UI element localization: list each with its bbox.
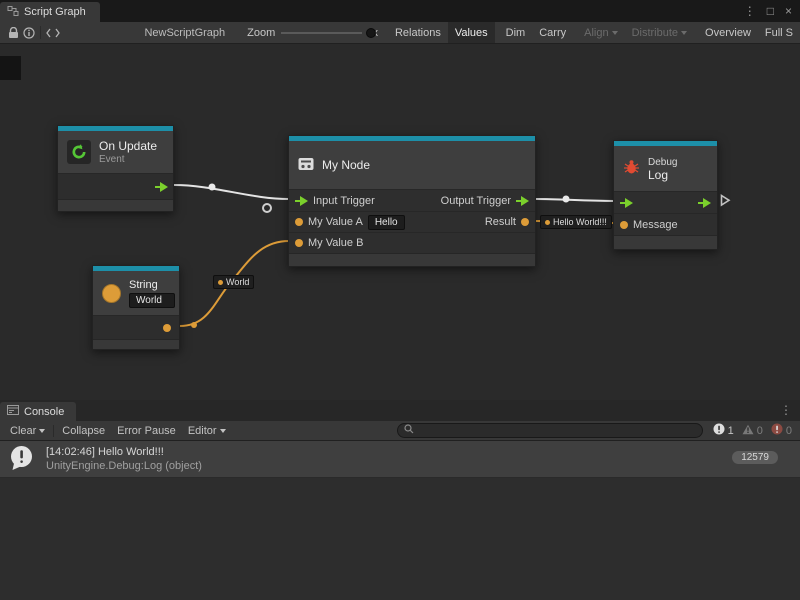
chevron-down-icon [612,31,618,35]
console-panel: Console ⋮ Clear Collapse Error Pause Edi… [0,400,800,600]
log-stack-trace: UnityEngine.Debug:Log (object) [46,460,202,472]
search-icon [404,424,414,437]
node-subtitle: Debug [648,157,677,168]
port-value-a[interactable] [295,218,303,226]
close-icon[interactable]: × [785,4,792,18]
tab-script-graph[interactable]: Script Graph [0,2,100,22]
unconnected-value-port-icon[interactable] [262,203,272,213]
info-bubble-icon [713,423,725,438]
flow-dot [563,196,570,203]
value-dot-icon [545,220,550,225]
values-button[interactable]: Values [448,22,495,44]
dim-button[interactable]: Dim [499,22,533,44]
node-title: Log [648,168,677,182]
node-my-node[interactable]: My Node Input Trigger Output Trigger My … [288,135,536,267]
wire-output-trigger-to-debug[interactable] [536,199,614,201]
port-message[interactable] [620,221,628,229]
log-collapse-count-badge: 12579 [732,451,778,464]
zoom-slider-knob[interactable] [366,28,376,38]
overview-button[interactable]: Overview [698,22,758,44]
node-title: On Update [99,139,157,153]
log-message: [14:02:46] Hello World!!! [46,446,202,458]
wire-value-badge-hello-world: Hello World!!! [540,215,612,229]
node-string[interactable]: String World [92,265,180,350]
console-tab-bar: Console ⋮ [0,400,800,421]
string-value-field[interactable]: World [129,293,175,308]
bug-icon [623,159,640,178]
graph-name-label: NewScriptGraph [144,27,225,39]
console-toolbar: Clear Collapse Error Pause Editor 1 0 [0,421,800,441]
relations-button[interactable]: Relations [388,22,448,44]
port-debug-trigger-out[interactable] [698,198,711,208]
warning-triangle-icon [742,424,754,438]
unit-icon [298,157,314,174]
value-b-row: My Value B [289,232,535,253]
editor-button[interactable]: Editor [182,421,232,441]
port-value-b[interactable] [295,239,303,247]
info-count-toggle[interactable]: 1 [709,423,738,438]
on-update-event-icon [67,140,91,164]
port-output-trigger[interactable] [516,196,529,206]
flow-dot [209,184,216,191]
script-graph-icon [7,5,19,20]
distribute-button[interactable]: Distribute [625,22,694,44]
error-count-toggle[interactable]: 0 [767,423,796,438]
chevron-down-icon [681,31,687,35]
trigger-row: Input Trigger Output Trigger [289,189,535,211]
port-string-out[interactable] [163,324,171,332]
zoom-label: Zoom [247,27,275,39]
collapse-button[interactable]: Collapse [56,421,111,441]
node-debug-log[interactable]: Debug Log Message [613,140,718,250]
console-search-input[interactable] [397,423,703,438]
chevron-down-icon [39,429,45,433]
console-empty-area [0,478,800,600]
clear-button[interactable]: Clear [4,421,51,441]
info-icon[interactable] [21,22,36,44]
flow-dot [191,322,197,328]
unity-script-graph-window: Script Graph ⋮ □ × NewScriptGraph Zoom 1… [0,0,800,600]
lock-icon[interactable] [6,22,21,44]
node-title: My Node [322,158,370,172]
node-subtitle: Event [99,154,157,165]
trigger-row [614,191,717,213]
chevron-down-icon [220,429,226,433]
window-tab-bar: Script Graph ⋮ □ × [0,0,800,22]
tab-label: Script Graph [24,6,86,18]
tab-console[interactable]: Console [0,402,76,421]
port-result[interactable] [521,218,529,226]
wire-onupdate-to-input-trigger[interactable] [174,185,289,199]
console-icon [7,405,19,418]
window-controls: ⋮ □ × [744,0,800,22]
node-title: String [129,279,175,291]
console-menu-icon[interactable]: ⋮ [780,403,792,417]
log-info-bubble-icon [8,445,35,474]
value-dot-icon [218,280,223,285]
error-octagon-icon [771,423,783,438]
warning-count-toggle[interactable]: 0 [738,424,767,438]
node-on-update[interactable]: On Update Event [57,125,174,212]
zoom-slider[interactable] [281,22,362,44]
unconnected-trigger-port-icon[interactable] [720,194,731,210]
maximize-icon[interactable]: □ [767,4,774,18]
graph-toolbar: NewScriptGraph Zoom 1x Relations Values … [0,22,800,44]
port-debug-trigger-in[interactable] [620,198,633,208]
fullscreen-button[interactable]: Full S [758,22,800,44]
value-a-row: My Value A Hello Result [289,211,535,232]
pane-menu-icon[interactable]: ⋮ [744,4,756,18]
port-trigger-out[interactable] [155,182,168,192]
console-log-entry[interactable]: [14:02:46] Hello World!!! UnityEngine.De… [0,441,800,478]
graph-canvas[interactable]: On Update Event My Node Input Trigger [0,44,800,400]
string-literal-icon [102,284,121,303]
code-icon[interactable] [45,22,60,44]
port-input-trigger[interactable] [295,196,308,206]
carry-button[interactable]: Carry [532,22,573,44]
message-row: Message [614,213,717,235]
align-button[interactable]: Align [577,22,624,44]
error-pause-button[interactable]: Error Pause [111,421,182,441]
wire-value-badge-world: World [213,275,254,289]
value-a-field[interactable]: Hello [368,215,405,230]
zoom-slider-track [281,32,362,34]
